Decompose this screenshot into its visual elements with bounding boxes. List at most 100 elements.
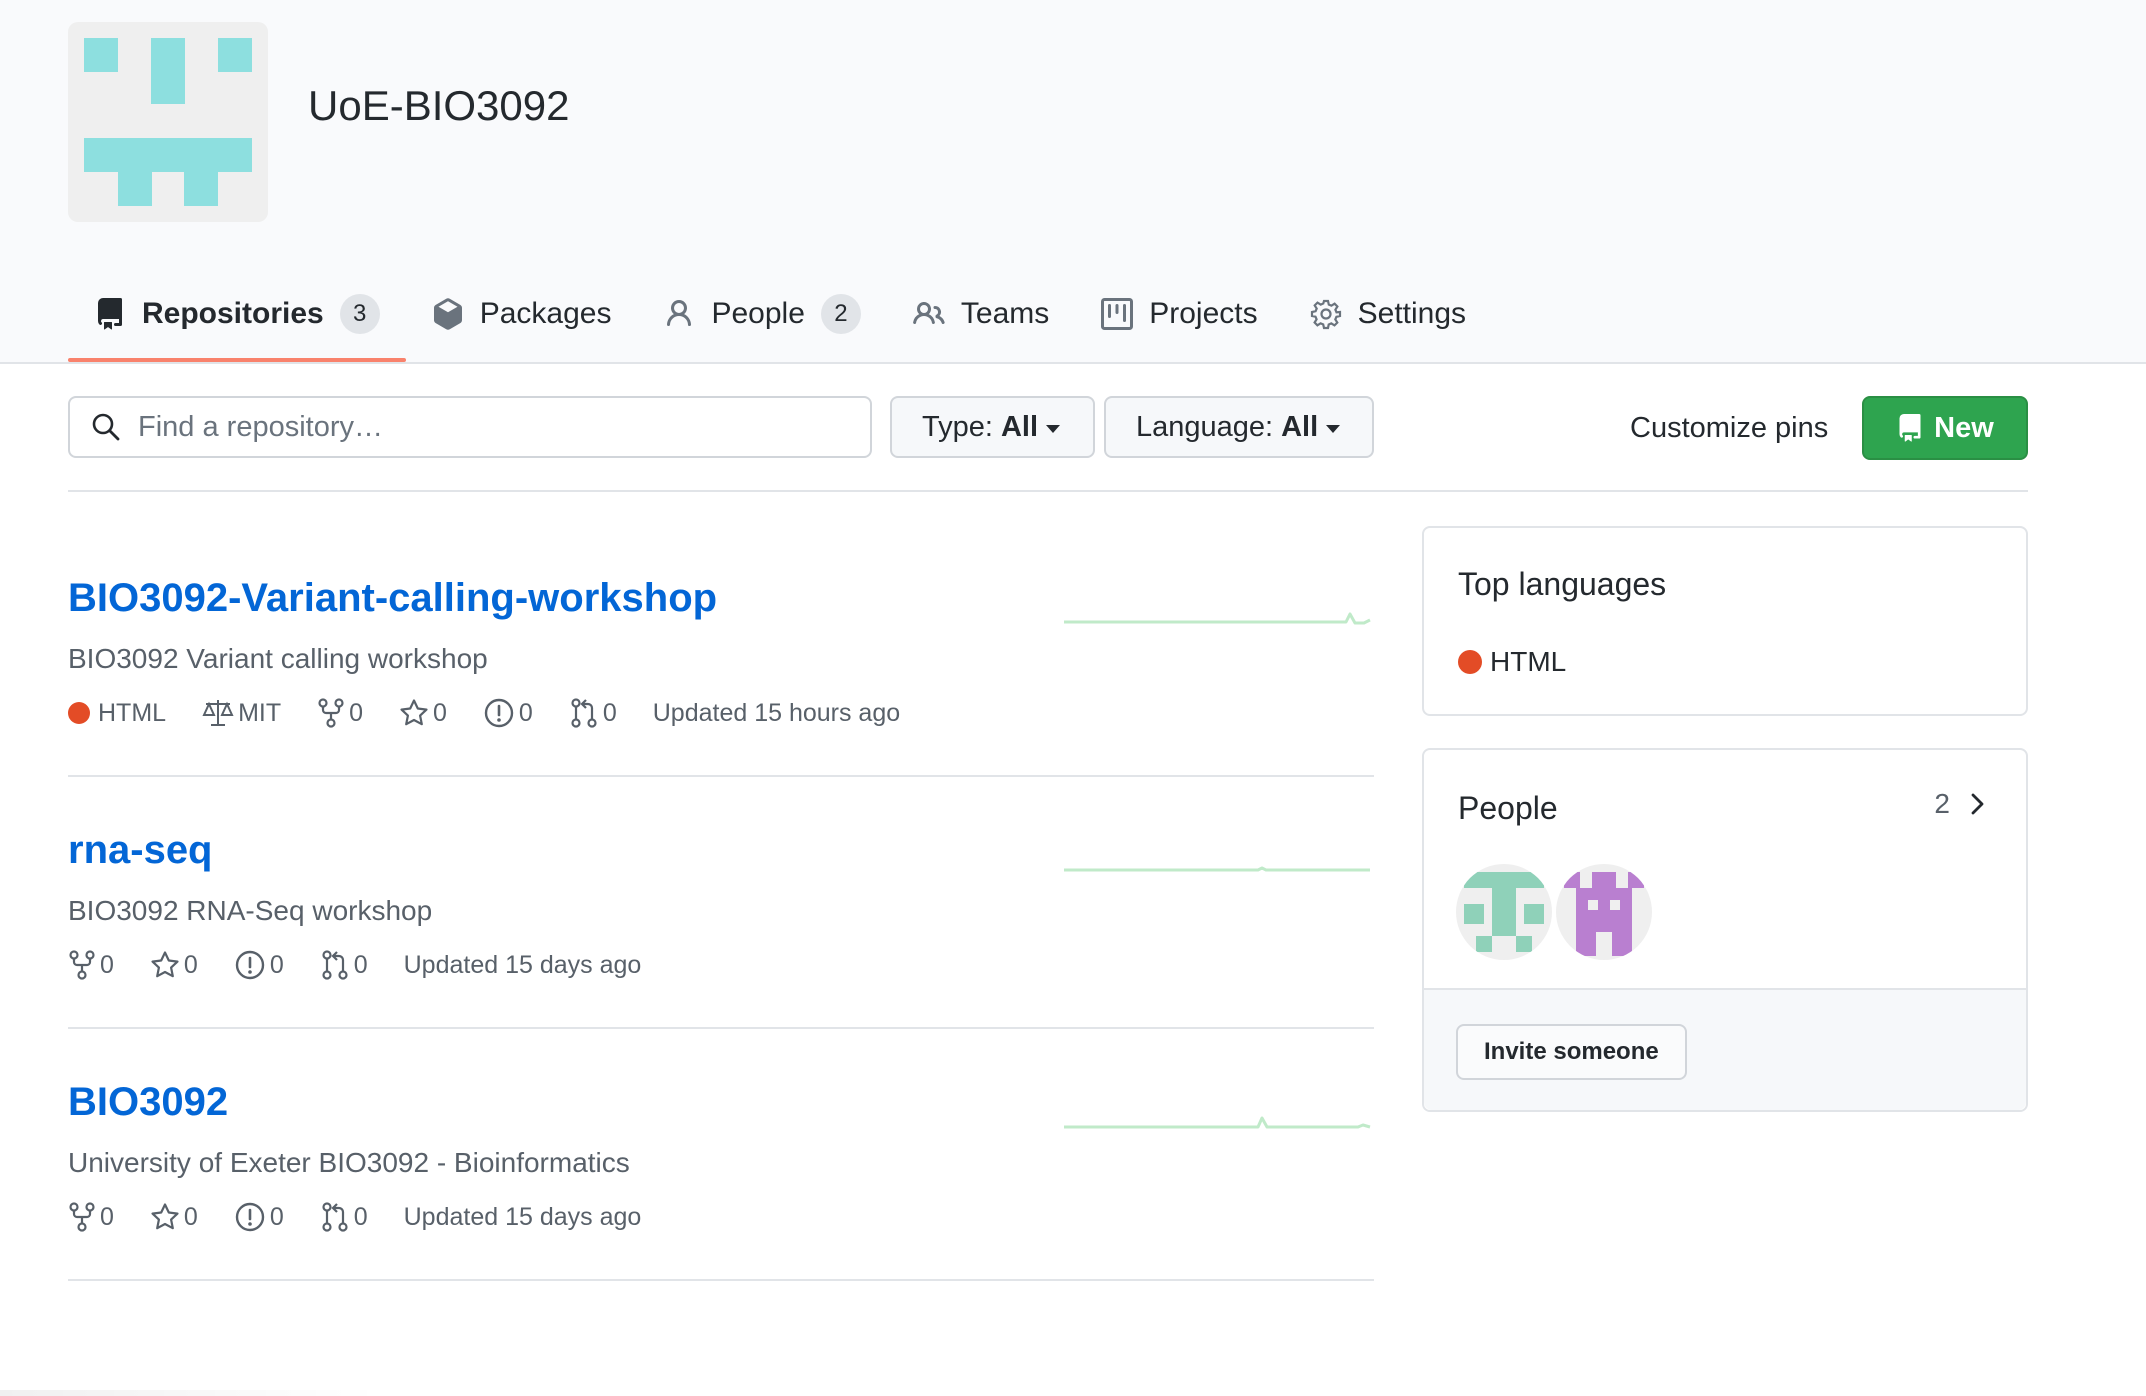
fork-icon: [318, 698, 344, 728]
tab-teams[interactable]: Teams: [887, 280, 1075, 348]
issue-icon: [235, 1202, 265, 1232]
fork-count: 0: [349, 698, 364, 727]
tab-settings[interactable]: Settings: [1284, 280, 1492, 348]
pr-count: 0: [353, 950, 368, 979]
repo-meta: HTML MIT 0 0 0 0 Updated 15 hours ago: [68, 697, 1374, 729]
tab-label: People: [711, 297, 805, 330]
people-count-link[interactable]: 2: [1934, 788, 1990, 820]
language-name: HTML: [1490, 646, 1567, 677]
fork-icon: [69, 1202, 95, 1232]
activity-sparkline: [1064, 866, 1370, 872]
chevron-right-icon: [1971, 793, 1984, 815]
new-repo-button[interactable]: New: [1862, 396, 2028, 460]
language-filter-button[interactable]: Language: All: [1104, 396, 1374, 458]
repo-icon: [94, 298, 126, 330]
tab-packages[interactable]: Packages: [406, 280, 638, 348]
org-identicon-icon: [84, 38, 252, 206]
repo-stars[interactable]: 0: [399, 698, 447, 728]
repo-item: BIO3092-Variant-calling-workshop BIO3092…: [68, 576, 1374, 729]
language-filter-label: Language:: [1136, 410, 1274, 443]
issue-icon: [484, 698, 514, 728]
people-card: People 2 Invite someone: [1422, 748, 2028, 1112]
package-icon: [432, 298, 464, 330]
star-count: 0: [183, 1202, 198, 1231]
divider: [68, 1279, 1374, 1281]
repo-forks[interactable]: 0: [317, 698, 363, 728]
repo-language: HTML: [68, 699, 166, 728]
activity-sparkline: [1064, 612, 1371, 625]
language-color-dot: [68, 702, 90, 724]
law-icon: [202, 700, 234, 726]
divider: [68, 775, 1374, 777]
member-identicon-icon: [1564, 872, 1644, 956]
repo-pulls[interactable]: 0: [320, 1201, 368, 1233]
repo-item: rna-seq BIO3092 RNA-Seq workshop 0 0 0 0…: [68, 828, 1374, 981]
invite-someone-button[interactable]: Invite someone: [1456, 1024, 1687, 1080]
top-languages-title: Top languages: [1458, 566, 1667, 602]
tab-label: Projects: [1149, 297, 1258, 330]
repo-stars[interactable]: 0: [150, 950, 198, 980]
repo-count-badge: 3: [339, 294, 380, 334]
chevron-down-icon: [1326, 424, 1341, 433]
repo-updated: Updated 15 days ago: [403, 1202, 642, 1231]
divider: [68, 1027, 1374, 1029]
people-card-footer: Invite someone: [1424, 988, 2026, 1110]
repo-updated: Updated 15 hours ago: [652, 698, 901, 727]
repo-stars[interactable]: 0: [150, 1202, 198, 1232]
type-filter-value: All: [1000, 410, 1038, 443]
tab-projects[interactable]: Projects: [1075, 280, 1283, 348]
gear-icon: [1310, 298, 1342, 330]
person-icon: [663, 298, 695, 330]
star-count: 0: [183, 950, 198, 979]
avatar[interactable]: [1456, 864, 1552, 960]
pull-request-icon: [322, 1202, 348, 1232]
people-count-badge: 2: [820, 294, 861, 334]
repo-search-input[interactable]: [68, 396, 872, 458]
pr-count: 0: [353, 1202, 368, 1231]
avatar[interactable]: [1556, 864, 1652, 960]
repo-item: BIO3092 University of Exeter BIO3092 - B…: [68, 1080, 1374, 1233]
repo-description: BIO3092 Variant calling workshop: [68, 643, 488, 674]
divider: [68, 490, 2028, 492]
issue-count: 0: [269, 1202, 284, 1231]
type-filter-label: Type:: [922, 410, 993, 443]
search-icon: [90, 411, 122, 443]
repo-issues[interactable]: 0: [483, 697, 533, 729]
repo-description: BIO3092 RNA-Seq workshop: [68, 895, 433, 926]
tab-people[interactable]: People 2: [637, 280, 886, 348]
repo-license[interactable]: MIT: [202, 698, 281, 728]
tab-repositories[interactable]: Repositories 3: [68, 280, 406, 362]
customize-pins-link[interactable]: Customize pins: [1630, 412, 1828, 445]
repo-forks[interactable]: 0: [68, 1202, 114, 1232]
language-item[interactable]: HTML: [1458, 646, 1566, 678]
new-button-label: New: [1934, 411, 1994, 444]
top-languages-card: Top languages HTML: [1422, 526, 2028, 716]
repo-icon: [1896, 414, 1924, 442]
fork-icon: [69, 950, 95, 980]
people-icon: [913, 298, 945, 330]
people-title: People: [1458, 790, 1558, 826]
repo-pulls[interactable]: 0: [320, 949, 368, 981]
repo-meta: 0 0 0 0 Updated 15 days ago: [68, 949, 1374, 981]
member-identicon-icon: [1464, 872, 1544, 952]
project-icon: [1101, 298, 1134, 330]
people-count: 2: [1934, 788, 1950, 819]
org-name: UoE-BIO3092: [308, 82, 570, 129]
pull-request-icon: [322, 950, 348, 980]
tab-label: Packages: [479, 297, 612, 330]
language-name: HTML: [98, 698, 167, 727]
repo-issues[interactable]: 0: [234, 949, 284, 981]
repo-forks[interactable]: 0: [68, 950, 114, 980]
issue-icon: [235, 950, 265, 980]
repo-pulls[interactable]: 0: [569, 697, 617, 729]
fork-count: 0: [100, 950, 114, 979]
tab-label: Settings: [1357, 297, 1467, 330]
repo-updated: Updated 15 days ago: [403, 950, 642, 979]
repo-meta: 0 0 0 0 Updated 15 days ago: [68, 1201, 1374, 1233]
search-field[interactable]: [136, 409, 840, 445]
repo-issues[interactable]: 0: [234, 1201, 284, 1233]
license-name: MIT: [238, 698, 282, 727]
star-icon: [151, 951, 179, 978]
type-filter-button[interactable]: Type: All: [890, 396, 1095, 458]
fork-count: 0: [100, 1202, 114, 1231]
